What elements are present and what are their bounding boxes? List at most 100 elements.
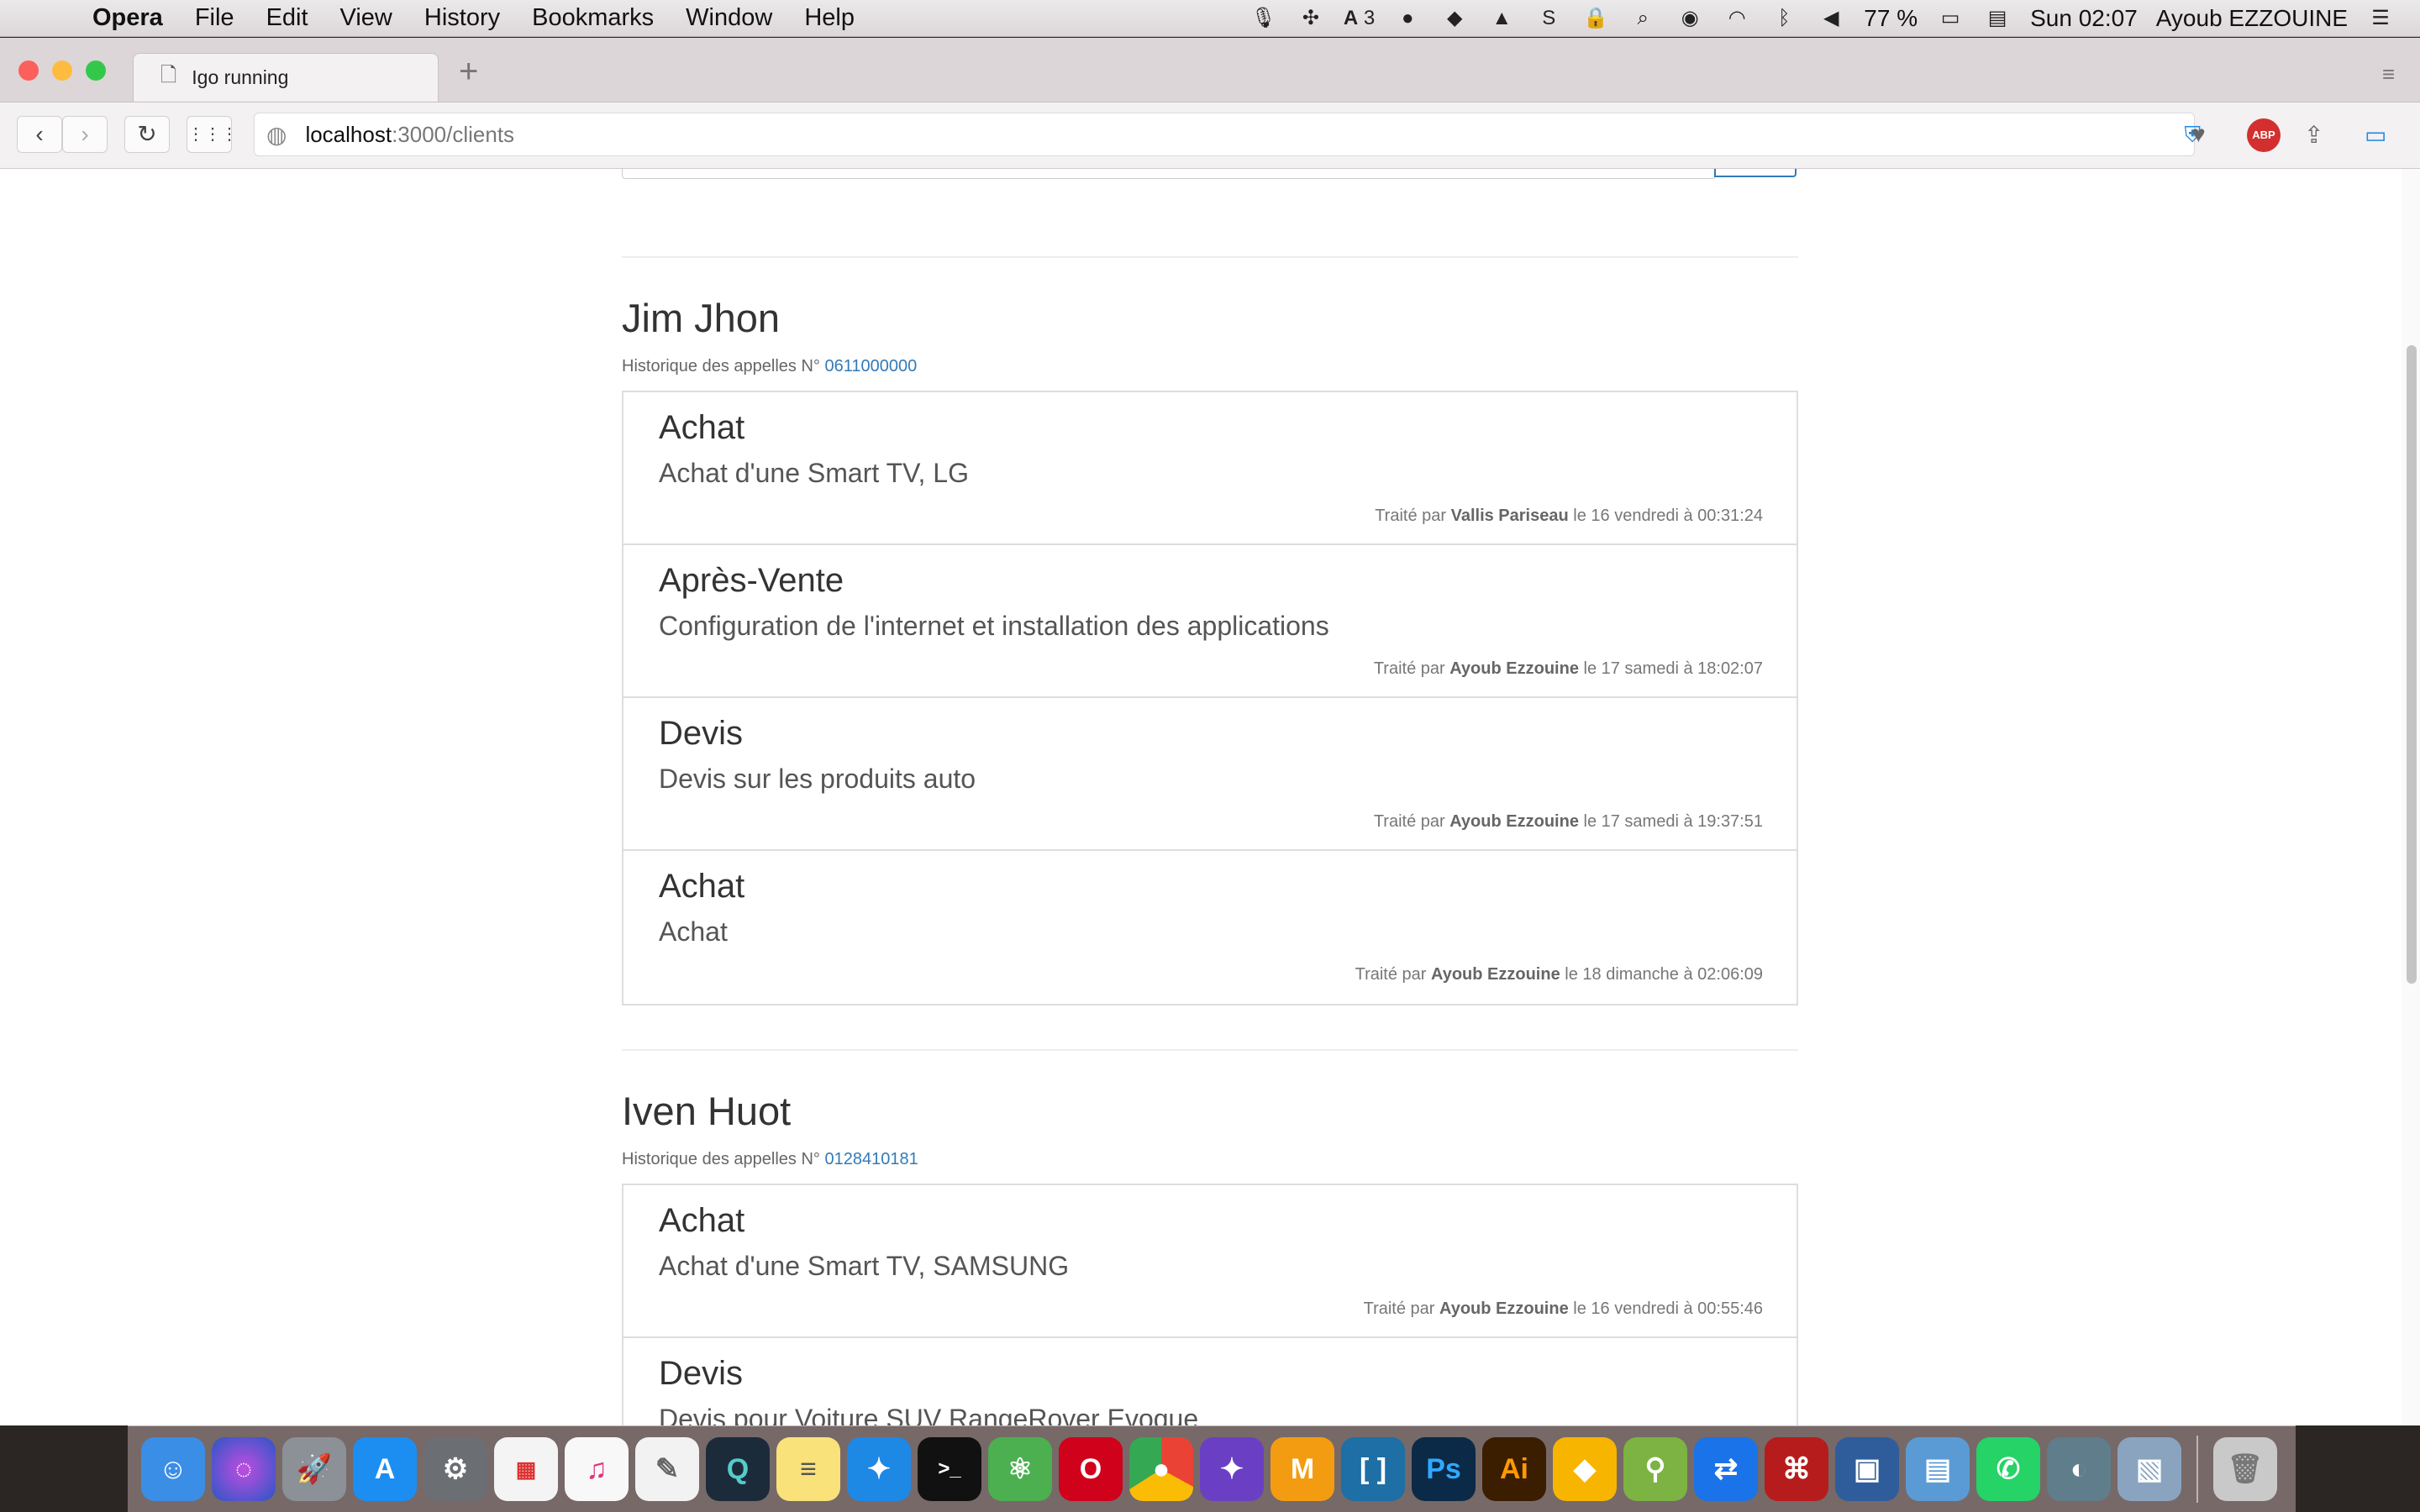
agent-name: Ayoub Ezzouine <box>1449 659 1579 678</box>
notification-center-icon[interactable]: ☰ <box>2366 7 2395 30</box>
system-preferences-icon[interactable]: ⚙ <box>424 1437 487 1501</box>
volume-icon[interactable]: ◀ <box>1817 7 1845 30</box>
zoom-window-button[interactable] <box>86 60 106 81</box>
back-button[interactable]: ‹ <box>17 116 62 153</box>
terminal-icon[interactable]: >_ <box>918 1437 981 1501</box>
adobe-cc-icon[interactable]: A 3 <box>1344 7 1375 30</box>
menu-history[interactable]: History <box>424 4 500 32</box>
share-icon[interactable]: ⇪ <box>2304 121 2323 149</box>
call-item[interactable]: Achat Achat d'une Smart TV, SAMSUNG Trai… <box>623 1185 1797 1338</box>
call-item[interactable]: Devis Devis pour Voiture SUV RangeRover … <box>623 1338 1797 1425</box>
reload-button[interactable]: ↻ <box>124 116 170 153</box>
url-host: localhost <box>305 121 392 147</box>
call-type: Achat <box>659 868 745 905</box>
address-bar[interactable]: ◍ localhost:3000/clients ⛨ <box>254 113 2201 156</box>
safari-tech-icon[interactable]: ✦ <box>1200 1437 1264 1501</box>
atom-icon[interactable]: ⚛ <box>988 1437 1052 1501</box>
call-history-label: Historique des appelles N° 0128410181 <box>622 1150 918 1169</box>
tab-bar: 🗋 Igo running + ≡ <box>0 38 2420 102</box>
safari-icon[interactable]: ✦ <box>847 1437 911 1501</box>
tab-menu-icon[interactable]: ≡ <box>2382 61 2395 87</box>
heart-icon[interactable]: ♥ <box>2191 121 2206 148</box>
adblock-plus-icon[interactable]: ABP <box>2247 118 2281 152</box>
call-item[interactable]: Après-Vente Configuration de l'internet … <box>623 545 1797 698</box>
menu-view[interactable]: View <box>340 4 392 32</box>
android-studio-icon[interactable]: ⚲ <box>1623 1437 1687 1501</box>
meta-prefix: Traité par <box>1373 812 1445 831</box>
call-meta: Traité par Ayoub Ezzouine le 18 dimanche… <box>1355 965 1763 984</box>
microphone-icon[interactable]: 🎙 <box>1249 7 1278 30</box>
menu-bookmarks[interactable]: Bookmarks <box>532 4 654 32</box>
client-phone-link[interactable]: 0611000000 <box>824 357 917 375</box>
adobe-count: 3 <box>1363 7 1376 29</box>
sequel-pro-icon[interactable]: ◐ <box>2047 1437 2111 1501</box>
whatsapp-icon[interactable]: ✆ <box>1976 1437 2040 1501</box>
menu-edit[interactable]: Edit <box>266 4 308 32</box>
siri-status-icon[interactable]: ◉ <box>1676 7 1704 30</box>
app-store-icon[interactable]: A <box>353 1437 417 1501</box>
scrollbar-thumb[interactable] <box>2407 345 2417 984</box>
wifi-icon[interactable]: ◠ <box>1723 7 1751 30</box>
launchpad-grid-icon[interactable]: ▦ <box>494 1437 558 1501</box>
client-phone-link[interactable]: 0128410181 <box>824 1150 918 1168</box>
call-item[interactable]: Achat Achat Traité par Ayoub Ezzouine le… <box>623 851 1797 1004</box>
textedit-icon[interactable]: ✎ <box>635 1437 699 1501</box>
bluetooth-icon[interactable]: ᛒ <box>1770 7 1798 30</box>
menu-file[interactable]: File <box>195 4 234 32</box>
close-window-button[interactable] <box>18 60 39 81</box>
tab-title: Igo running <box>192 66 289 88</box>
client-name: Jim Jhon <box>622 296 781 340</box>
acrobat-icon[interactable]: ⌘ <box>1765 1437 1828 1501</box>
battery-saver-icon[interactable]: ▭ <box>2365 121 2386 149</box>
url-path: :3000/clients <box>392 121 515 147</box>
us-flag-icon[interactable]: ▤ <box>1983 7 2012 30</box>
battery-icon[interactable]: ▭ <box>1936 7 1965 30</box>
menu-app-opera[interactable]: Opera <box>92 4 163 32</box>
page-viewport: Jim Jhon Historique des appelles N° 0611… <box>0 169 2420 1425</box>
pinwheel-icon[interactable]: ✣ <box>1297 7 1325 30</box>
illustrator-icon[interactable]: Ai <box>1482 1437 1546 1501</box>
image-capture-icon[interactable]: ▧ <box>2118 1437 2181 1501</box>
search-input[interactable] <box>622 169 1716 179</box>
launchpad-icon[interactable]: 🚀 <box>282 1437 346 1501</box>
menubar-user[interactable]: Ayoub EZZOUINE <box>2156 5 2348 32</box>
virtualbox-icon[interactable]: ▣ <box>1835 1437 1899 1501</box>
lock-icon[interactable]: 🔒 <box>1581 7 1610 30</box>
menubar-clock[interactable]: Sun 02:07 <box>2030 5 2138 32</box>
mamp-icon[interactable]: M <box>1270 1437 1334 1501</box>
opera-icon[interactable]: O <box>1059 1437 1123 1501</box>
siri-icon[interactable]: ◌ <box>212 1437 276 1501</box>
menu-window[interactable]: Window <box>686 4 772 32</box>
preview-icon[interactable]: ▤ <box>1906 1437 1970 1501</box>
quicktime-icon[interactable]: Q <box>706 1437 770 1501</box>
brackets-icon[interactable]: [ ] <box>1341 1437 1405 1501</box>
divider <box>622 1049 1798 1051</box>
skype-icon[interactable]: S <box>1534 7 1563 30</box>
call-description: Devis sur les produits auto <box>659 764 976 794</box>
sketch-icon[interactable]: ◆ <box>1553 1437 1617 1501</box>
minimize-window-button[interactable] <box>52 60 72 81</box>
call-item[interactable]: Achat Achat d'une Smart TV, LG Traité pa… <box>623 392 1797 545</box>
itunes-icon[interactable]: ♫ <box>565 1437 629 1501</box>
call-type: Devis <box>659 715 744 752</box>
teamviewer-icon[interactable]: ⇄ <box>1694 1437 1758 1501</box>
alfred-hat-icon[interactable]: ● <box>1393 7 1422 30</box>
trash-icon[interactable]: 🗑 <box>2213 1437 2277 1501</box>
notes-icon[interactable]: ≡ <box>776 1437 840 1501</box>
tab-igo-running[interactable]: 🗋 Igo running <box>133 53 439 102</box>
call-meta: Traité par Vallis Pariseau le 16 vendred… <box>1375 507 1763 526</box>
search-button[interactable] <box>1714 169 1797 177</box>
menu-help[interactable]: Help <box>804 4 855 32</box>
speed-dial-grid-icon[interactable]: ⋮⋮⋮ <box>187 116 238 153</box>
google-drive-icon[interactable]: ▲ <box>1487 7 1516 30</box>
page-scrollbar[interactable] <box>2402 169 2420 1425</box>
spotlight-search-icon[interactable]: ⌕ <box>1628 7 1657 30</box>
chrome-icon[interactable]: ● <box>1129 1437 1193 1501</box>
dropbox-icon[interactable]: ◆ <box>1440 7 1469 30</box>
new-tab-button[interactable]: + <box>459 55 478 88</box>
forward-button[interactable]: › <box>62 116 108 153</box>
site-info-globe-icon[interactable]: ◍ <box>266 121 287 149</box>
finder-icon[interactable]: ☺ <box>141 1437 205 1501</box>
photoshop-icon[interactable]: Ps <box>1412 1437 1476 1501</box>
call-item[interactable]: Devis Devis sur les produits auto Traité… <box>623 698 1797 851</box>
